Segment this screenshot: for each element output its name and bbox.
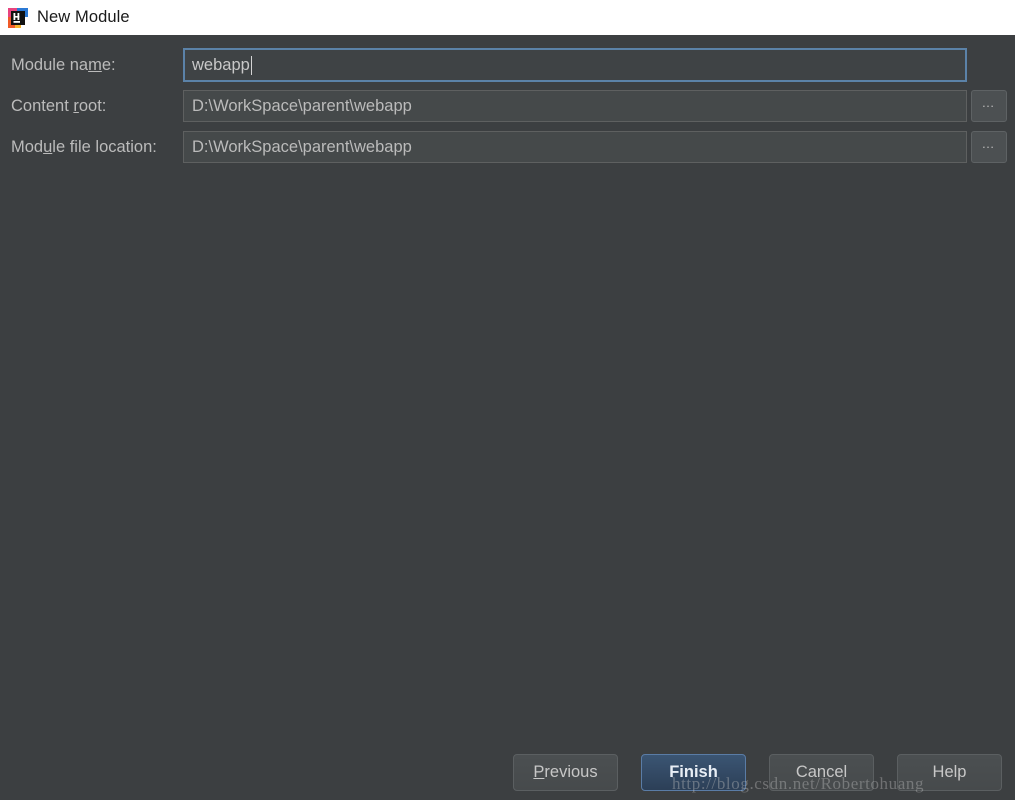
- window-title: New Module: [37, 8, 130, 27]
- content-root-browse-button[interactable]: …: [971, 90, 1007, 122]
- row-module-name: Module name: webapp: [0, 48, 1007, 82]
- text-caret: [250, 55, 252, 75]
- content-root-label: Content root:: [11, 96, 107, 115]
- module-file-location-browse-button[interactable]: …: [971, 131, 1007, 163]
- module-name-input[interactable]: webapp: [183, 48, 967, 82]
- module-file-location-input[interactable]: D:\WorkSpace\parent\webapp: [183, 131, 967, 163]
- title-bar: New Module: [0, 0, 1015, 35]
- content-root-input[interactable]: D:\WorkSpace\parent\webapp: [183, 90, 967, 122]
- row-content-root: Content root: D:\WorkSpace\parent\webapp…: [0, 89, 1007, 123]
- module-file-location-label: Module file location:: [11, 137, 157, 156]
- module-name-label: Module name:: [11, 55, 116, 74]
- finish-button[interactable]: Finish: [641, 753, 746, 791]
- intellij-idea-icon: [8, 7, 28, 28]
- row-module-file-location: Module file location: D:\WorkSpace\paren…: [0, 130, 1007, 164]
- dialog-button-bar: Previous Finish Cancel Help: [0, 744, 1015, 800]
- ellipsis-icon: …: [981, 135, 997, 151]
- new-module-dialog: New Module Module name: webapp Content r…: [0, 0, 1015, 800]
- help-button[interactable]: Help: [897, 753, 1002, 791]
- dialog-content: Module name: webapp Content root: D:\Wor…: [0, 35, 1015, 800]
- ellipsis-icon: …: [981, 94, 997, 110]
- previous-button[interactable]: Previous: [513, 753, 618, 791]
- close-icon[interactable]: [969, 0, 1015, 35]
- cancel-button[interactable]: Cancel: [769, 753, 874, 791]
- module-settings-form: Module name: webapp Content root: D:\Wor…: [0, 48, 1007, 171]
